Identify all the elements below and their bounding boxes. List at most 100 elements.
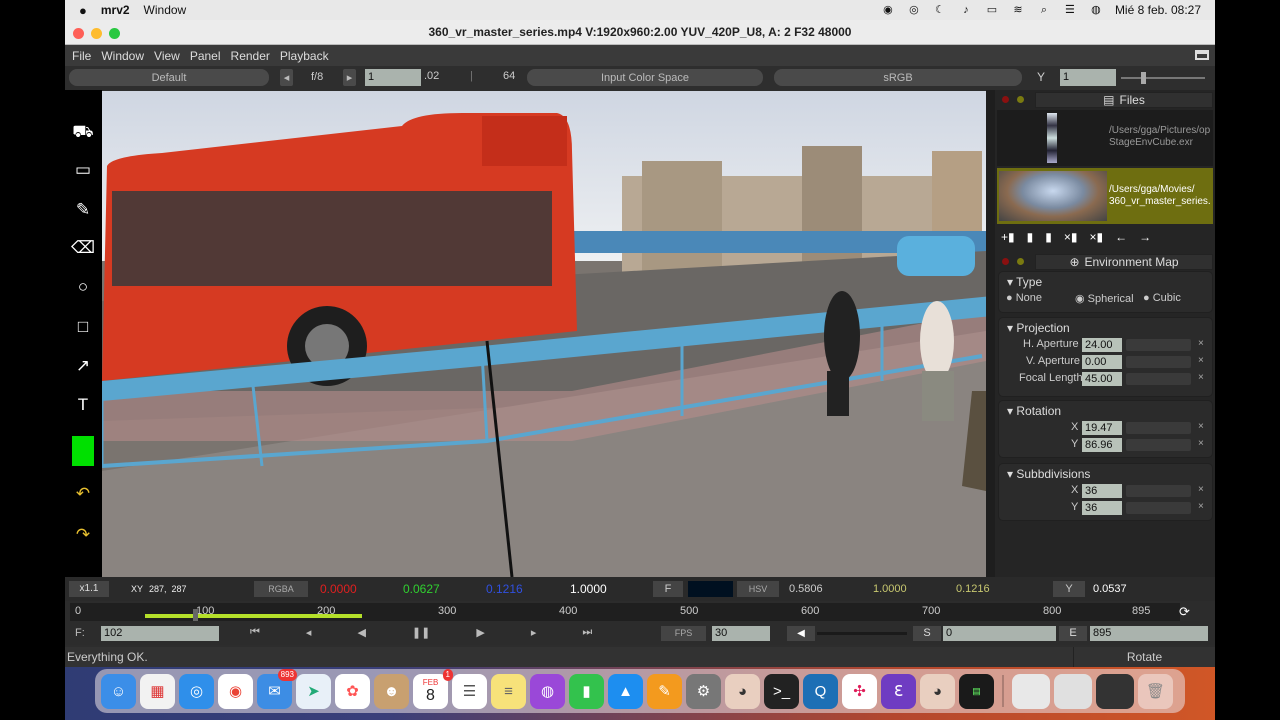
env-float-icon[interactable] [1017, 258, 1024, 265]
battery-icon[interactable]: ▭ [985, 4, 999, 16]
menu-view[interactable]: View [154, 49, 180, 63]
next-file-icon[interactable]: → [1139, 230, 1151, 244]
files-close-icon[interactable] [1002, 96, 1009, 103]
system-preferences-icon[interactable]: ⚙ [686, 673, 721, 709]
mute-icon[interactable]: ♪ [959, 4, 973, 16]
console-icon[interactable]: ▤ [959, 673, 994, 709]
timeline-ruler[interactable]: 0 100 200 300 400 500 600 700 800 895 [70, 603, 1180, 621]
hsv-mode-button[interactable]: HSV [737, 581, 779, 597]
rotation-x-reset-icon[interactable]: × [1198, 421, 1204, 432]
close-all-icon[interactable]: ×▮ [1089, 230, 1103, 244]
rotation-y-slider[interactable] [1126, 439, 1191, 451]
select-icon[interactable]: ▭ [71, 158, 95, 182]
rgba-mode-button[interactable]: RGBA [254, 581, 308, 597]
menubar-window[interactable]: Window [144, 3, 187, 17]
window-mode-icon[interactable] [1195, 50, 1209, 60]
file-item-stageenv[interactable]: /Users/gga/Pictures/op StageEnvCube.exr [997, 110, 1213, 166]
focal-length-reset-icon[interactable]: × [1198, 372, 1204, 383]
h-aperture-slider[interactable] [1126, 339, 1191, 351]
env-panel-header[interactable]: ⊕ Environment Map [1035, 254, 1213, 270]
slack-icon[interactable]: ✣ [842, 673, 877, 709]
eraser-icon[interactable]: ⌫ [71, 236, 95, 260]
rotation-x-field[interactable]: 19.47 [1082, 421, 1122, 435]
step-back-icon[interactable]: ◂ [306, 626, 312, 639]
new-file-icon[interactable]: ▮ [1045, 230, 1052, 244]
f-button[interactable]: F [653, 581, 683, 597]
channel-selector[interactable]: Y [1037, 70, 1045, 84]
type-heading[interactable]: ▾ Type [1007, 275, 1042, 289]
subdiv-x-slider[interactable] [1126, 485, 1191, 497]
pages-icon[interactable]: ✎ [647, 673, 682, 709]
moon-icon[interactable]: ☾ [933, 4, 947, 16]
v-aperture-field[interactable]: 0.00 [1082, 355, 1122, 369]
maps-icon[interactable]: ➤ [296, 673, 331, 709]
trash-icon[interactable]: 🗑 [1138, 673, 1173, 709]
emacs-icon[interactable]: ℇ [881, 673, 916, 709]
siri-icon[interactable]: ◍ [1089, 4, 1103, 16]
first-frame-icon[interactable]: ⏮ [250, 626, 260, 639]
files-float-icon[interactable] [1017, 96, 1024, 103]
eye-app-icon[interactable]: ◕ [725, 673, 760, 709]
h-aperture-field[interactable]: 24.00 [1082, 338, 1122, 352]
rotation-y-field[interactable]: 86.96 [1082, 438, 1122, 452]
step-forward-icon[interactable]: ▸ [531, 626, 537, 639]
menu-panel[interactable]: Panel [190, 49, 221, 63]
contacts-icon[interactable]: ☻ [374, 673, 409, 709]
recent-doc-1-icon[interactable] [1012, 673, 1050, 709]
eye-app-2-icon[interactable]: ◕ [920, 673, 955, 709]
viewer-image[interactable] [102, 91, 986, 577]
pencil-icon[interactable]: ✎ [71, 198, 95, 222]
focal-length-slider[interactable] [1126, 373, 1191, 385]
launchpad-icon[interactable]: ▦ [140, 673, 175, 709]
menu-playback[interactable]: Playback [280, 49, 329, 63]
finder-icon[interactable]: ☺ [101, 673, 136, 709]
v-aperture-slider[interactable] [1126, 356, 1191, 368]
h-aperture-reset-icon[interactable]: × [1198, 338, 1204, 349]
close-file-icon[interactable]: ×▮ [1064, 230, 1078, 244]
subdiv-y-reset-icon[interactable]: × [1198, 501, 1204, 512]
rotation-x-slider[interactable] [1126, 422, 1191, 434]
add-clip-icon[interactable]: ▮ [1027, 230, 1034, 244]
eye-icon[interactable]: ◎ [907, 4, 921, 16]
close-window-button[interactable] [73, 28, 84, 39]
playhead[interactable] [193, 609, 198, 621]
minimize-window-button[interactable] [91, 28, 102, 39]
file-item-360-video[interactable]: /Users/gga/Movies/ 360_vr_master_series. [997, 168, 1213, 224]
zoom-window-button[interactable] [109, 28, 120, 39]
control-center-icon[interactable]: ☰ [1063, 4, 1077, 16]
record-icon[interactable]: ◉ [881, 4, 895, 16]
menubar-clock[interactable]: Mié 8 feb. 08:27 [1115, 3, 1201, 17]
fps-button[interactable]: FPS [661, 626, 706, 641]
keynote-icon[interactable]: ▲ [608, 673, 643, 709]
focal-length-field[interactable]: 45.00 [1082, 372, 1122, 386]
subdiv-y-field[interactable]: 36 [1082, 501, 1122, 515]
text-icon[interactable]: T [71, 393, 95, 417]
subdivisions-heading[interactable]: ▾ Subbdivisions [1007, 467, 1090, 481]
luminance-mode-button[interactable]: Y [1053, 581, 1085, 597]
fstop-dec-button[interactable]: ◂ [280, 69, 293, 86]
end-button[interactable]: E [1059, 626, 1087, 641]
zoom-button[interactable]: x1.1 [69, 581, 109, 597]
gamma-slider[interactable]: | [470, 70, 473, 82]
projection-heading[interactable]: ▾ Projection [1007, 321, 1070, 335]
radio-spherical[interactable]: ◉ Spherical [1075, 292, 1134, 305]
input-color-space-dropdown[interactable]: Input Color Space [527, 69, 763, 86]
frame-field[interactable]: 102 [101, 626, 219, 641]
env-close-icon[interactable] [1002, 258, 1009, 265]
menubar-app-name[interactable]: mrv2 [101, 3, 130, 17]
recent-doc-2-icon[interactable] [1054, 673, 1092, 709]
start-frame-field[interactable]: 0 [943, 626, 1056, 641]
scrub-icon[interactable]: ⛟ [71, 120, 95, 144]
numbers-icon[interactable]: ▮ [569, 673, 604, 709]
files-panel-header[interactable]: ▤ Files [1035, 92, 1213, 108]
add-file-icon[interactable]: +▮ [1001, 230, 1015, 244]
photos-icon[interactable]: ✿ [335, 673, 370, 709]
notes-icon[interactable]: ≡ [491, 673, 526, 709]
play-backward-icon[interactable]: ◀ [357, 626, 365, 639]
rectangle-icon[interactable]: □ [71, 315, 95, 339]
panel-splitter[interactable] [986, 90, 995, 577]
start-button[interactable]: S [913, 626, 941, 641]
search-icon[interactable]: ⌕ [1037, 4, 1051, 16]
podcasts-icon[interactable]: ◍ [530, 673, 565, 709]
previous-file-icon[interactable]: ← [1115, 230, 1127, 244]
